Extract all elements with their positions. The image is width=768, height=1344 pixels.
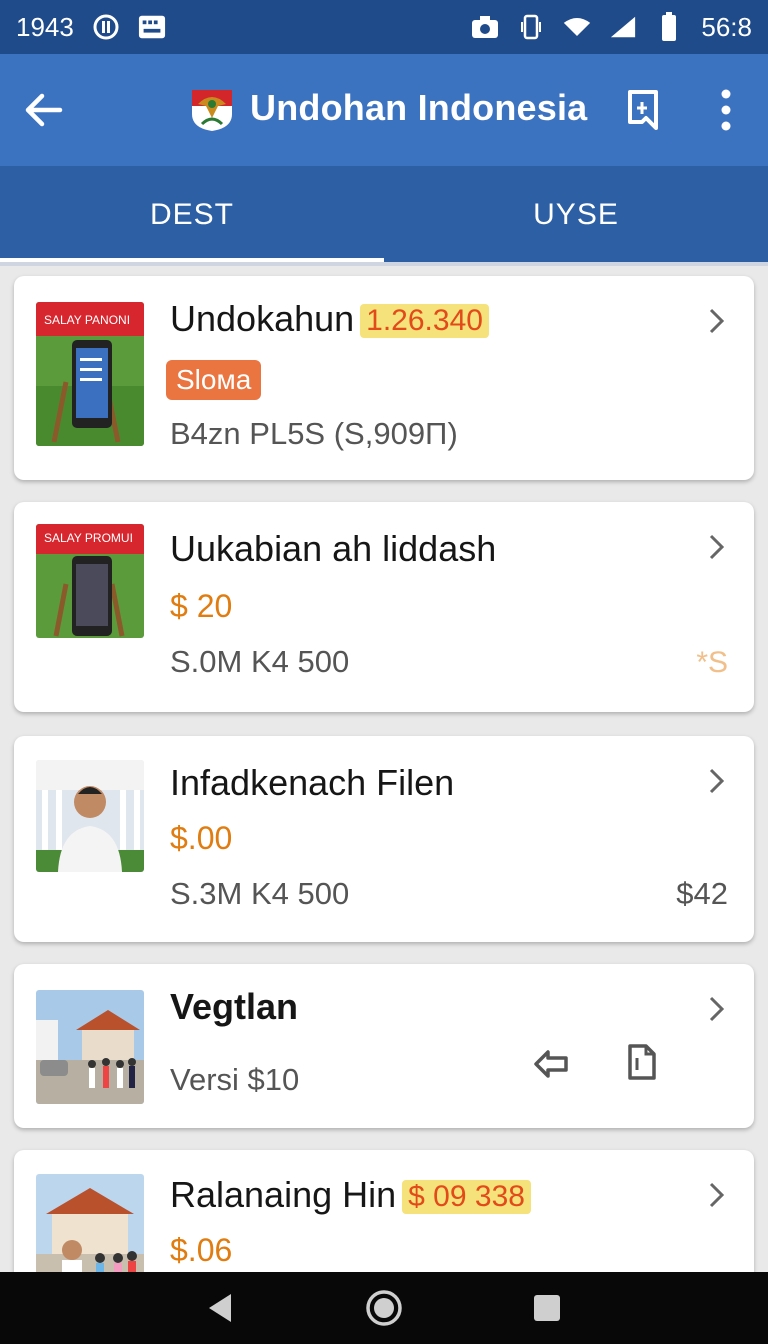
recents-square-icon xyxy=(533,1295,560,1321)
item-title-text: Ralanaing Hin xyxy=(170,1174,397,1215)
more-vert-icon xyxy=(721,89,731,131)
item-right-value: *S xyxy=(696,646,728,679)
vibrate-icon xyxy=(517,13,545,41)
chevron-right-icon xyxy=(709,996,725,1022)
system-nav-bar xyxy=(0,1272,768,1344)
item-subtitle: S.0M K4 500 xyxy=(170,644,350,679)
item-price: $.06 xyxy=(170,1232,233,1268)
chevron-right-icon xyxy=(709,534,725,560)
item-thumbnail xyxy=(36,990,144,1104)
list-item[interactable]: SALAY PANONI Undokahun 1.26.340 Sloмa B4z… xyxy=(14,276,754,480)
status-clock: 56:8 xyxy=(701,11,752,42)
list-item[interactable]: Vegtlan Versi $10 xyxy=(14,964,754,1128)
item-subtitle: Versi $10 xyxy=(170,1062,300,1097)
item-title: Infadkenach Filen xyxy=(170,762,455,803)
bookmark-icon xyxy=(628,90,658,130)
tab-dest[interactable]: DEST xyxy=(0,166,384,264)
app-bar: Undohan Indonesia xyxy=(0,54,768,166)
nav-back-button[interactable] xyxy=(201,1288,241,1328)
item-thumbnail xyxy=(36,760,144,872)
back-button[interactable] xyxy=(22,88,66,132)
bookmark-button[interactable] xyxy=(622,88,666,132)
camera-icon xyxy=(471,13,499,41)
home-circle-icon xyxy=(366,1290,402,1326)
nav-recents-button[interactable] xyxy=(527,1288,567,1328)
app-title-group: Undohan Indonesia xyxy=(188,84,587,132)
chevron-right-icon xyxy=(709,308,725,334)
item-title: Uukabian ah liddash xyxy=(170,528,497,569)
page-title: Undohan Indonesia xyxy=(250,87,588,128)
nav-home-button[interactable] xyxy=(364,1288,404,1328)
item-title-text: Undokahun xyxy=(170,298,355,339)
more-options-button[interactable] xyxy=(708,88,744,132)
item-title: Vegtlan xyxy=(170,986,299,1027)
list-item[interactable]: Ralanaing Hin $ 09 338 $.06 xyxy=(14,1150,754,1290)
status-time: 1943 xyxy=(16,11,74,42)
list-item[interactable]: SALAY PROMUI Uukabian ah liddash $ 20 S.… xyxy=(14,502,754,712)
item-thumbnail: SALAY PANONI xyxy=(36,302,144,446)
item-title: Ralanaing Hin $ 09 338 xyxy=(170,1174,531,1216)
thumb-banner-text: SALAY PROMUI xyxy=(44,531,133,545)
item-right-value: $42 xyxy=(676,876,728,911)
item-title: Undokahun 1.26.340 xyxy=(170,298,489,340)
chevron-right-icon xyxy=(709,768,725,794)
thumb-banner-text: SALAY PANONI xyxy=(44,313,130,327)
item-title-badge: $ 09 338 xyxy=(402,1180,531,1215)
status-bar: 1943 56:8 xyxy=(0,0,768,54)
item-thumbnail: SALAY PROMUI xyxy=(36,524,144,638)
garuda-logo xyxy=(192,90,232,131)
item-subtitle: B4zn PL5S (S,909Π) xyxy=(170,416,458,451)
item-tag: Sloмa xyxy=(166,360,262,400)
list-item[interactable]: Infadkenach Filen $.00 S.3M K4 500 $42 xyxy=(14,736,754,942)
tab-uyse[interactable]: UYSE xyxy=(384,166,768,264)
back-triangle-icon xyxy=(209,1294,232,1322)
item-price: $.00 xyxy=(170,820,233,856)
tab-bar: DEST UYSE xyxy=(0,166,768,264)
tab-divider xyxy=(0,262,768,266)
copy-icon[interactable] xyxy=(622,1042,662,1082)
battery-icon xyxy=(655,12,683,41)
item-subtitle: S.3M K4 500 xyxy=(170,876,350,911)
chevron-right-icon xyxy=(709,1182,725,1208)
wifi-icon xyxy=(563,13,591,41)
share-icon[interactable] xyxy=(532,1044,572,1084)
sync-icon xyxy=(92,13,120,41)
signal-icon xyxy=(609,13,637,41)
back-arrow-icon xyxy=(25,93,63,127)
item-title-badge: 1.26.340 xyxy=(360,304,489,339)
keyboard-icon xyxy=(138,13,166,41)
item-price: $ 20 xyxy=(170,588,233,624)
